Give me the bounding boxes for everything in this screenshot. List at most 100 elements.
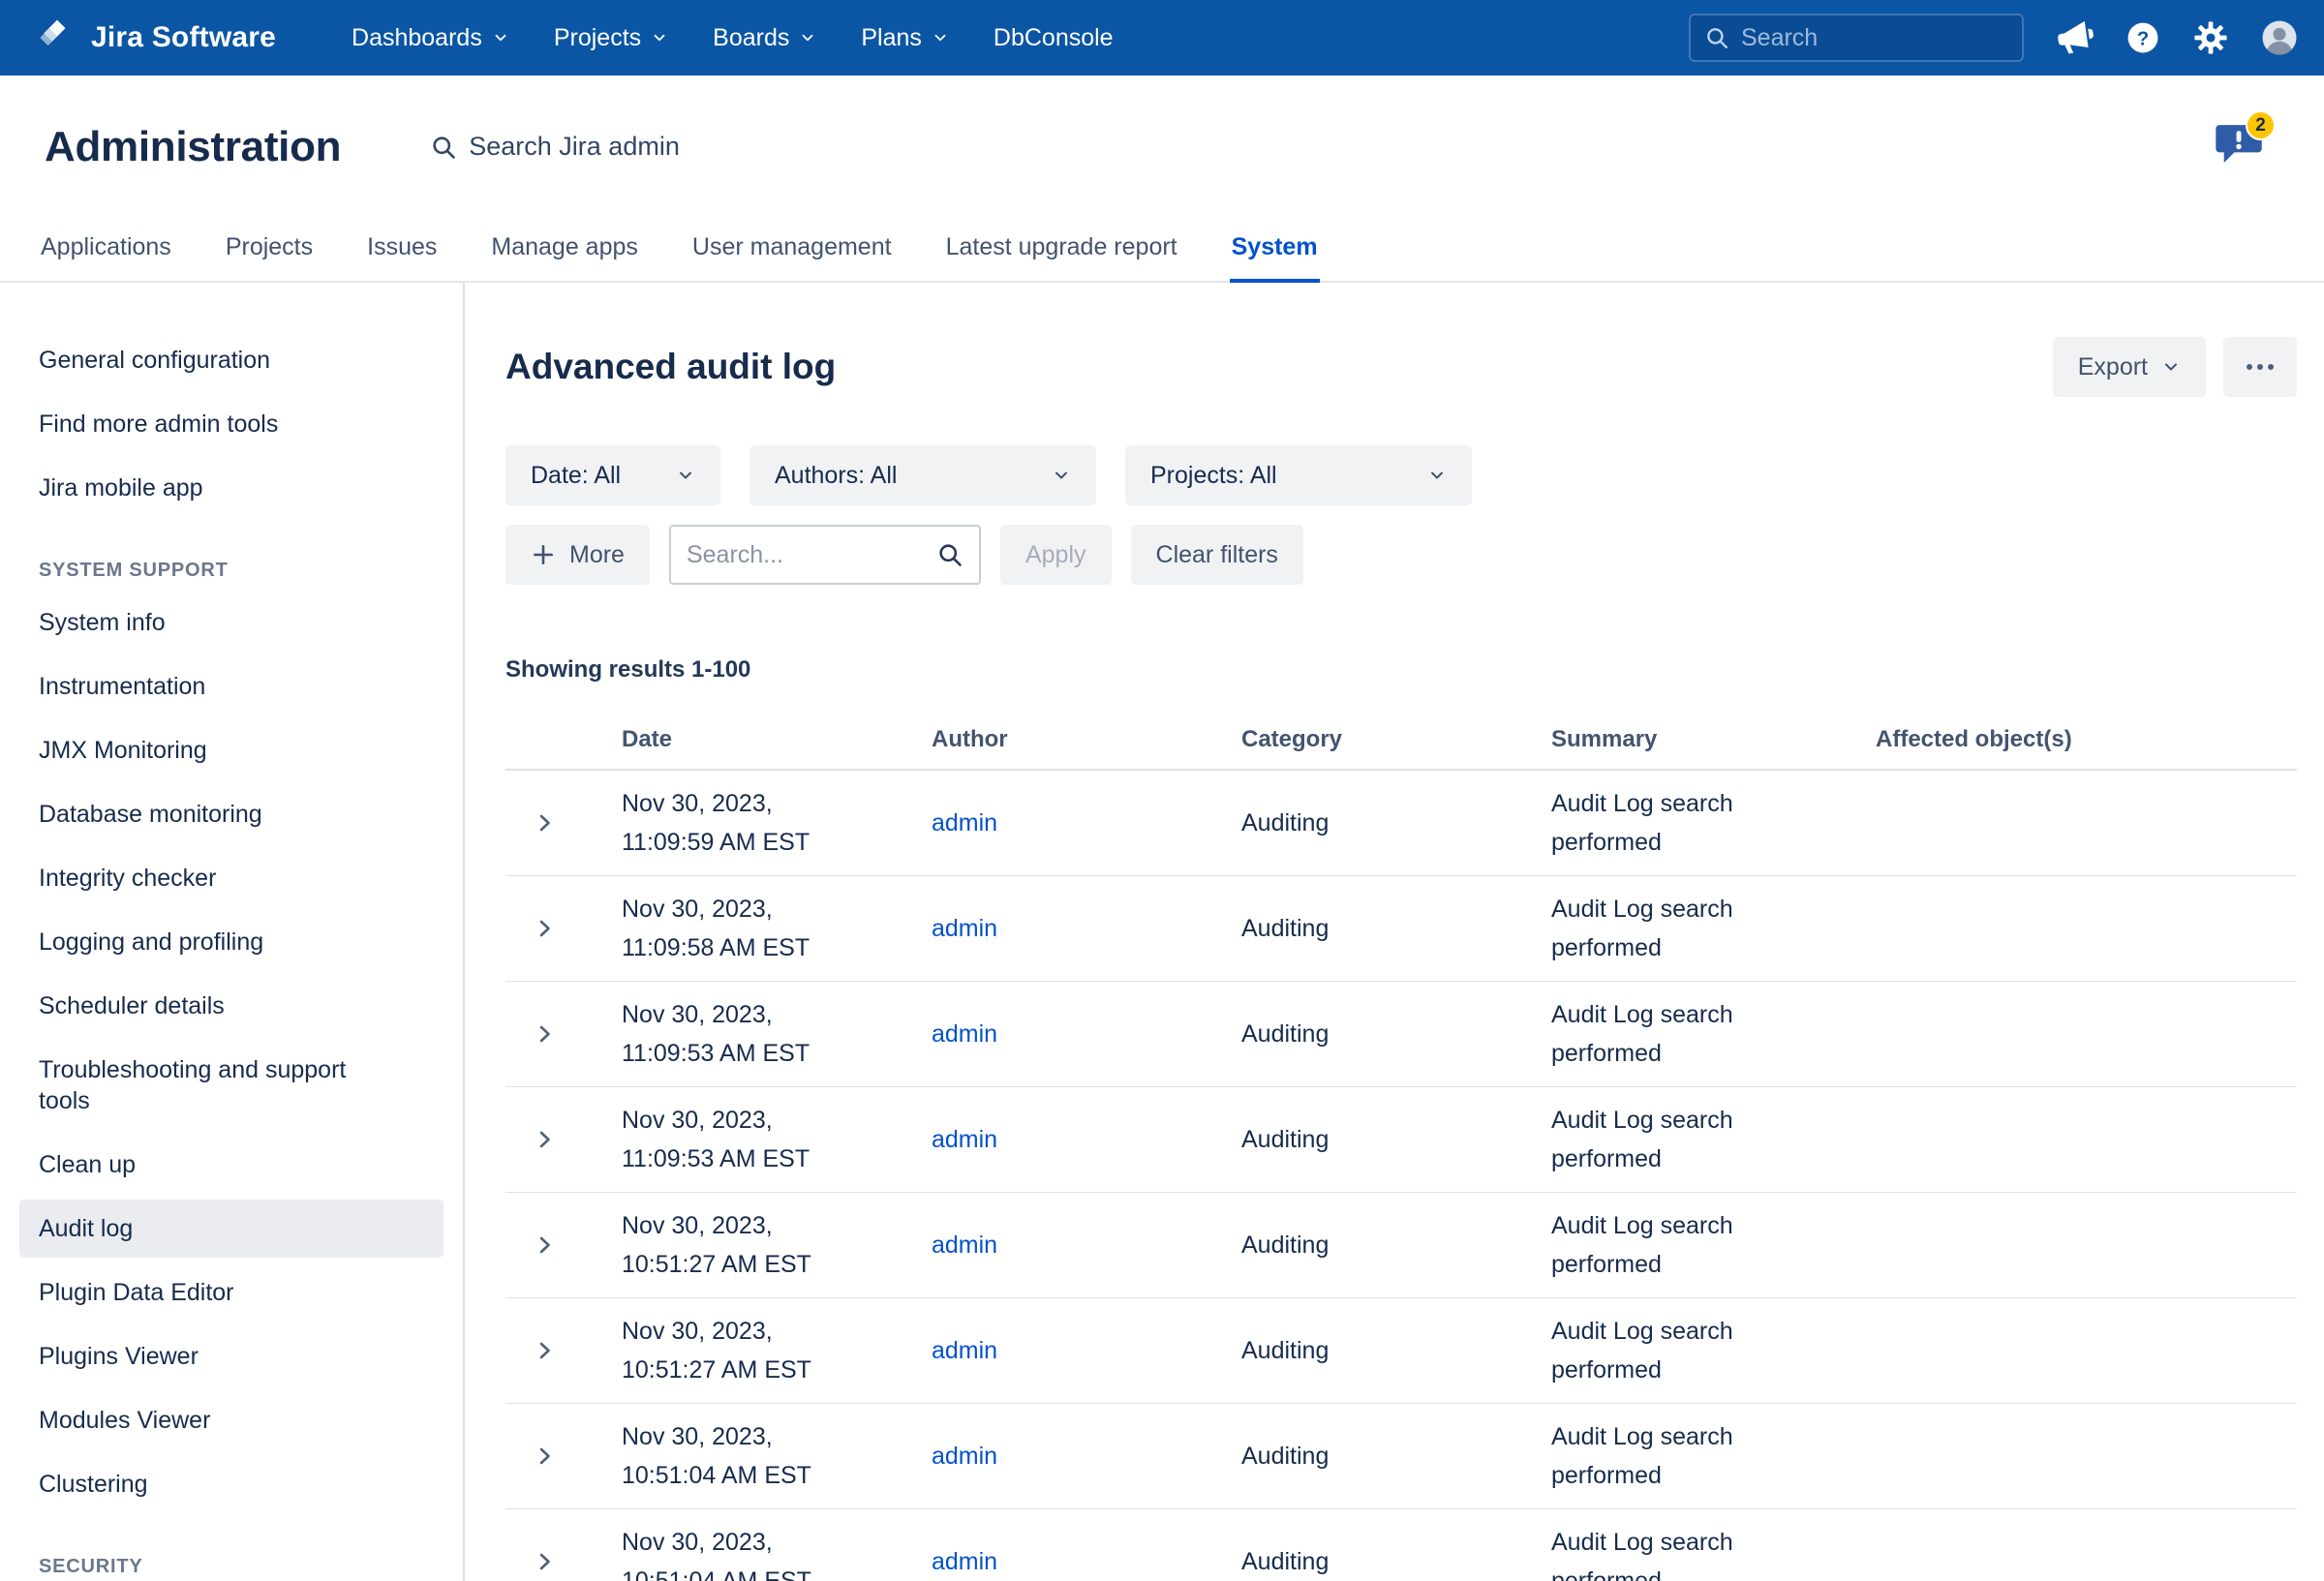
announcement-icon[interactable]	[2055, 19, 2094, 56]
nav-projects[interactable]: Projects	[554, 24, 668, 52]
sidebar-item-clean-up[interactable]: Clean up	[19, 1136, 443, 1194]
tab-applications[interactable]: Applications	[39, 233, 173, 281]
admin-search[interactable]: Search Jira admin	[430, 132, 680, 162]
row-summary: Audit Log search performed	[1551, 1417, 1789, 1495]
expand-row-button[interactable]	[533, 811, 556, 835]
row-summary: Audit Log search performed	[1551, 1523, 1789, 1581]
sidebar-item-logging-and-profiling[interactable]: Logging and profiling	[19, 913, 443, 971]
date-filter-value: Date: All	[531, 462, 621, 490]
table-row: Nov 30, 2023, 11:09:53 AM EST admin Audi…	[505, 1087, 2297, 1193]
sidebar-item-troubleshooting-and-support-tools[interactable]: Troubleshooting and support tools	[19, 1041, 443, 1130]
feedback-icon[interactable]: 2	[2214, 120, 2264, 173]
user-avatar[interactable]	[2260, 18, 2299, 57]
row-author-link[interactable]: admin	[932, 1337, 997, 1364]
sidebar-section-security: SECURITY	[19, 1556, 443, 1578]
sidebar-item-system-info[interactable]: System info	[19, 593, 443, 652]
row-author-link[interactable]: admin	[932, 1020, 997, 1048]
sidebar-item-jmx-monitoring[interactable]: JMX Monitoring	[19, 721, 443, 779]
row-author-link[interactable]: admin	[932, 1231, 997, 1259]
sidebar-item-plugins-viewer[interactable]: Plugins Viewer	[19, 1327, 443, 1385]
tab-user-management[interactable]: User management	[690, 233, 894, 281]
tab-manage-apps[interactable]: Manage apps	[489, 233, 640, 281]
chevron-right-icon	[533, 1339, 556, 1362]
chevron-right-icon	[533, 917, 556, 940]
sidebar-item-jira-mobile-app[interactable]: Jira mobile app	[19, 459, 443, 517]
date-filter[interactable]: Date: All	[505, 445, 720, 505]
more-options-button[interactable]	[2223, 337, 2297, 397]
table-row: Nov 30, 2023, 10:51:04 AM EST admin Audi…	[505, 1404, 2297, 1509]
sidebar-item-general-configuration[interactable]: General configuration	[19, 331, 443, 389]
filter-search[interactable]	[669, 525, 981, 585]
nav-dashboards-label: Dashboards	[352, 24, 482, 52]
filter-search-input[interactable]	[687, 541, 927, 569]
settings-gear-icon[interactable]	[2192, 19, 2229, 56]
chevron-right-icon	[533, 1444, 556, 1468]
projects-filter[interactable]: Projects: All	[1125, 445, 1472, 505]
nav-boards[interactable]: Boards	[713, 24, 816, 52]
authors-filter[interactable]: Authors: All	[749, 445, 1096, 505]
row-date: Nov 30, 2023, 11:09:53 AM EST	[622, 1101, 827, 1178]
sidebar-item-instrumentation[interactable]: Instrumentation	[19, 657, 443, 715]
nav-dbconsole[interactable]: DbConsole	[994, 24, 1114, 52]
column-header-summary: Summary	[1532, 726, 1856, 753]
admin-search-label: Search Jira admin	[469, 132, 680, 162]
nav-dashboards[interactable]: Dashboards	[352, 24, 509, 52]
expand-row-button[interactable]	[533, 917, 556, 940]
nav-plans[interactable]: Plans	[861, 24, 949, 52]
row-category: Auditing	[1222, 1337, 1532, 1365]
nav-boards-label: Boards	[713, 24, 789, 52]
clear-filters-button[interactable]: Clear filters	[1131, 525, 1303, 585]
expand-row-button[interactable]	[533, 1444, 556, 1468]
sidebar-item-scheduler-details[interactable]: Scheduler details	[19, 977, 443, 1035]
export-button[interactable]: Export	[2053, 337, 2206, 397]
tab-projects[interactable]: Projects	[224, 233, 315, 281]
sidebar-item-plugin-data-editor[interactable]: Plugin Data Editor	[19, 1263, 443, 1322]
row-author-link[interactable]: admin	[932, 1443, 997, 1470]
global-search[interactable]	[1689, 14, 2024, 62]
expand-row-button[interactable]	[533, 1339, 556, 1362]
jira-logo[interactable]: Jira Software	[37, 17, 276, 58]
expand-row-button[interactable]	[533, 1022, 556, 1046]
row-summary: Audit Log search performed	[1551, 995, 1789, 1073]
expand-row-button[interactable]	[533, 1128, 556, 1151]
tab-latest-upgrade-report[interactable]: Latest upgrade report	[944, 233, 1179, 281]
expand-row-button[interactable]	[533, 1233, 556, 1257]
sidebar-item-audit-log[interactable]: Audit log	[19, 1200, 443, 1258]
row-author-link[interactable]: admin	[932, 1126, 997, 1153]
row-author-link[interactable]: admin	[932, 809, 997, 836]
sidebar-item-modules-viewer[interactable]: Modules Viewer	[19, 1391, 443, 1449]
row-date: Nov 30, 2023, 10:51:27 AM EST	[622, 1312, 827, 1389]
more-filters-button[interactable]: More	[505, 525, 650, 585]
apply-button[interactable]: Apply	[1000, 525, 1112, 585]
column-header-affected-objects: Affected object(s)	[1856, 726, 2297, 753]
expand-row-button[interactable]	[533, 1550, 556, 1573]
column-header-category: Category	[1222, 726, 1532, 753]
global-search-input[interactable]	[1741, 24, 2008, 52]
nav-projects-label: Projects	[554, 24, 641, 52]
tab-system[interactable]: System	[1230, 233, 1320, 283]
sidebar-section-system-support: SYSTEM SUPPORT	[19, 560, 443, 582]
brand-name: Jira Software	[91, 21, 276, 54]
search-icon	[430, 134, 457, 161]
row-author-link[interactable]: admin	[932, 915, 997, 942]
row-category: Auditing	[1222, 809, 1532, 837]
jira-logo-icon	[37, 17, 77, 58]
svg-text:?: ?	[2137, 29, 2149, 50]
sidebar-item-clustering[interactable]: Clustering	[19, 1455, 443, 1513]
sidebar-item-integrity-checker[interactable]: Integrity checker	[19, 849, 443, 907]
chevron-down-icon	[676, 466, 695, 485]
row-date: Nov 30, 2023, 10:51:27 AM EST	[622, 1206, 827, 1284]
chevron-down-icon	[1427, 466, 1447, 485]
main-navigation: Dashboards Projects Boards Plans DbConso…	[352, 24, 1114, 52]
sidebar-item-find-more-admin-tools[interactable]: Find more admin tools	[19, 395, 443, 453]
row-date: Nov 30, 2023, 11:09:58 AM EST	[622, 890, 827, 967]
tab-issues[interactable]: Issues	[365, 233, 439, 281]
row-category: Auditing	[1222, 1443, 1532, 1471]
chevron-right-icon	[533, 1550, 556, 1573]
help-icon[interactable]: ?	[2125, 19, 2161, 56]
chevron-down-icon	[1052, 466, 1071, 485]
table-row: Nov 30, 2023, 10:51:27 AM EST admin Audi…	[505, 1298, 2297, 1404]
projects-filter-value: Projects: All	[1150, 462, 1277, 490]
row-author-link[interactable]: admin	[932, 1548, 997, 1575]
sidebar-item-database-monitoring[interactable]: Database monitoring	[19, 785, 443, 843]
